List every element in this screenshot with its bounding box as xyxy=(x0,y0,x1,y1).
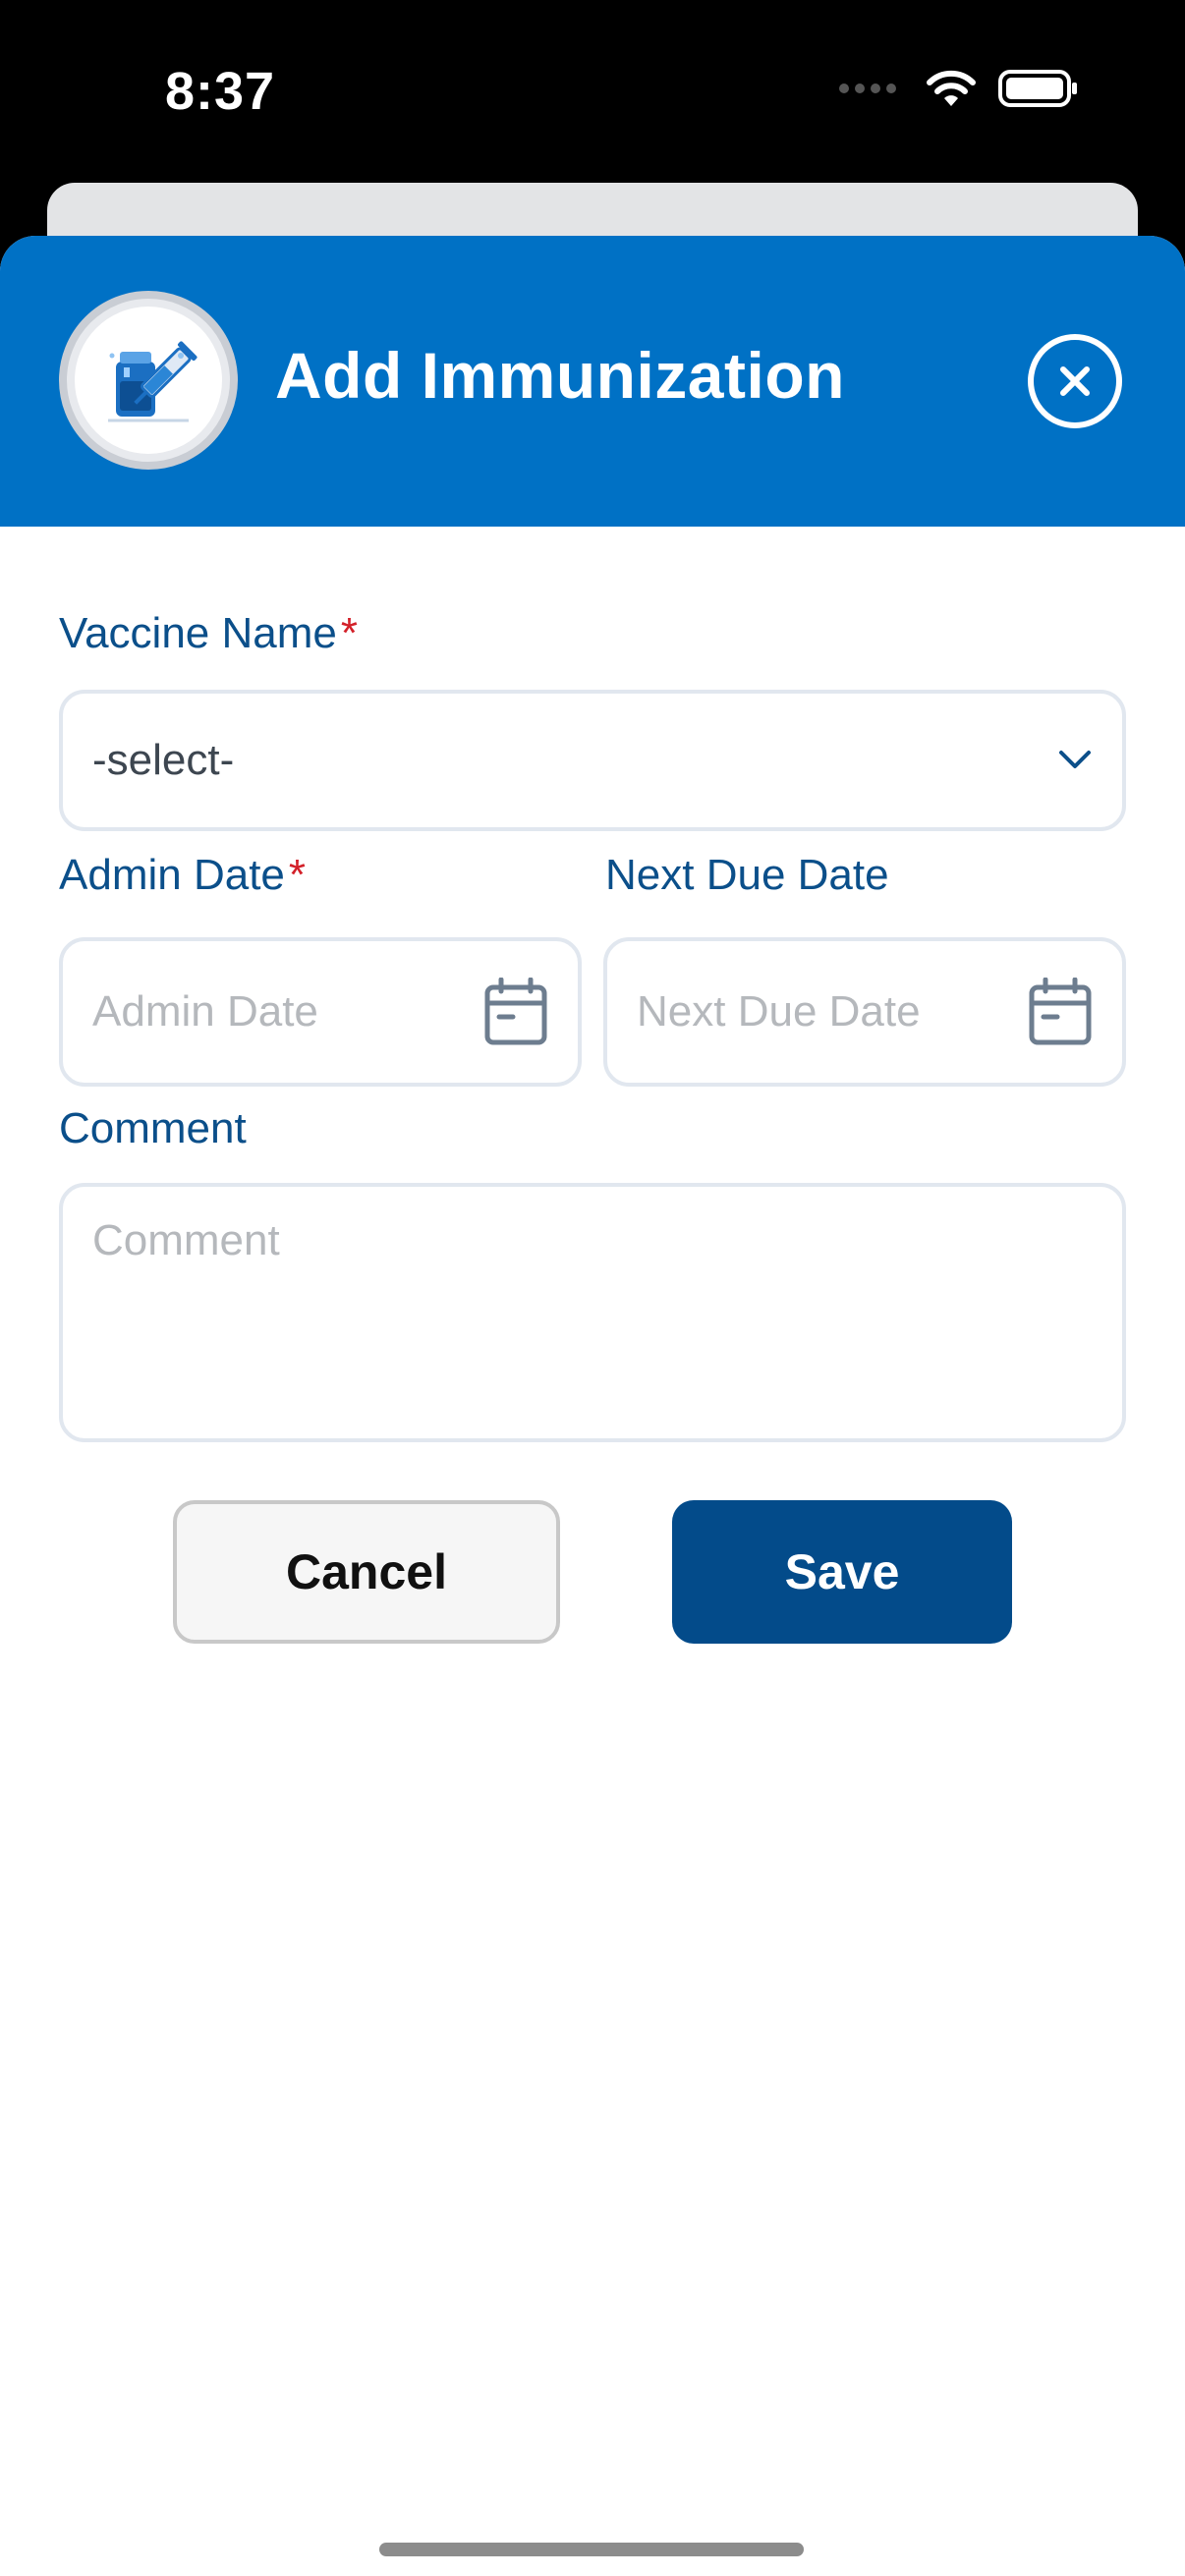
next-due-date-placeholder: Next Due Date xyxy=(637,987,921,1036)
cancel-button[interactable]: Cancel xyxy=(173,1500,560,1644)
battery-icon xyxy=(998,70,1077,107)
vaccine-name-label: Vaccine Name* xyxy=(59,609,358,657)
calendar-icon[interactable] xyxy=(483,978,548,1046)
required-asterisk: * xyxy=(288,851,307,899)
vaccine-name-select[interactable]: -select- xyxy=(59,690,1126,831)
sheet-title: Add Immunization xyxy=(275,339,845,412)
home-indicator xyxy=(379,2543,804,2556)
calendar-icon[interactable] xyxy=(1028,978,1093,1046)
vaccine-icon xyxy=(108,341,198,422)
comment-placeholder: Comment xyxy=(92,1216,280,1264)
sheet-header: Add Immunization xyxy=(0,236,1185,527)
chevron-down-icon xyxy=(1059,751,1091,768)
comment-label: Comment xyxy=(59,1104,247,1152)
close-icon xyxy=(1060,366,1090,396)
vaccine-avatar xyxy=(59,291,238,470)
comment-textarea[interactable]: Comment xyxy=(59,1183,1126,1442)
status-icons xyxy=(839,69,1079,108)
vaccine-name-select-value: -select- xyxy=(92,736,235,784)
next-due-date-field[interactable]: Next Due Date xyxy=(603,937,1126,1087)
cellular-signal-icon xyxy=(839,84,896,93)
close-button[interactable] xyxy=(1028,334,1122,428)
admin-date-field[interactable]: Admin Date xyxy=(59,937,582,1087)
wifi-icon xyxy=(927,70,976,106)
required-asterisk: * xyxy=(340,609,358,657)
status-time: 8:37 xyxy=(165,62,276,121)
admin-date-label: Admin Date* xyxy=(59,851,307,899)
next-due-date-label: Next Due Date xyxy=(605,851,889,899)
save-button[interactable]: Save xyxy=(672,1500,1012,1644)
status-bar: 8:37 xyxy=(0,0,1185,187)
admin-date-placeholder: Admin Date xyxy=(92,987,318,1036)
